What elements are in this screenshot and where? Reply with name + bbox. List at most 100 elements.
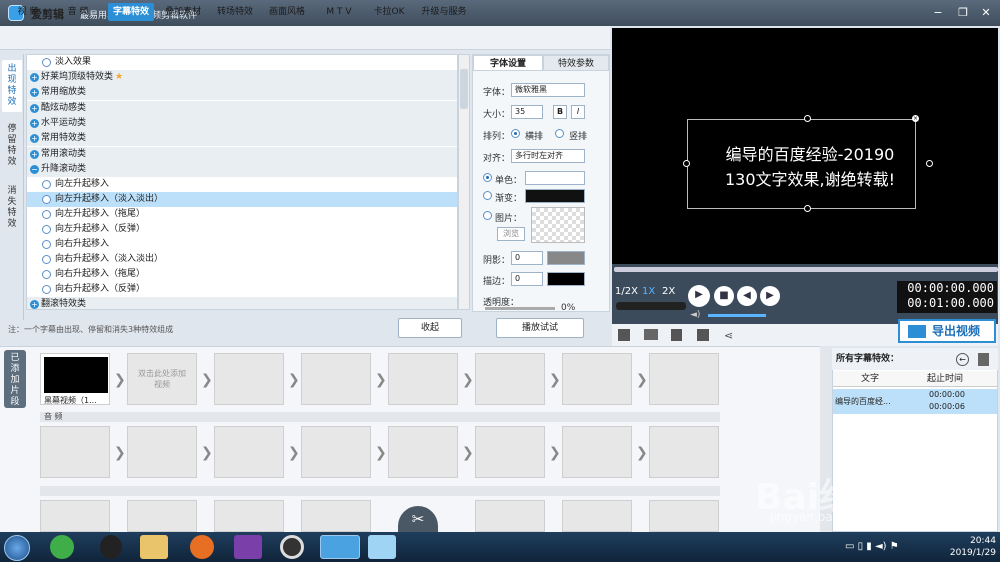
list-item[interactable]: 向右升起移入（拖尾） <box>27 267 457 282</box>
empty-slot[interactable] <box>40 426 110 478</box>
aijianji-taskbar-icon[interactable] <box>320 535 360 559</box>
play-icon[interactable]: ▶ <box>688 285 710 307</box>
vtab-disappear[interactable]: 消失特效 <box>2 182 22 234</box>
tab-audio[interactable]: 音 频 <box>56 3 100 21</box>
stop-icon[interactable]: ■ <box>714 286 734 306</box>
trash-icon[interactable] <box>978 353 989 366</box>
back-icon[interactable]: ← <box>956 353 969 366</box>
empty-slot[interactable] <box>40 500 110 532</box>
list-item[interactable]: 向左升起移入（反弹） <box>27 222 457 237</box>
category-item[interactable]: − 升降滚动类 <box>27 162 457 177</box>
speed-2x-button[interactable]: 2X <box>662 286 675 297</box>
empty-slot[interactable] <box>301 426 371 478</box>
resize-handle[interactable] <box>804 115 811 122</box>
empty-slot[interactable] <box>388 353 458 405</box>
empty-slot[interactable] <box>475 353 545 405</box>
gradient-radio[interactable] <box>483 191 492 200</box>
start-button[interactable] <box>4 535 30 561</box>
resize-handle[interactable] <box>926 160 933 167</box>
resize-handle[interactable] <box>804 205 811 212</box>
empty-slot[interactable] <box>301 353 371 405</box>
tab-karaoke[interactable]: 卡拉OK <box>368 3 410 21</box>
size-input[interactable]: 35 <box>511 105 543 119</box>
play-test-button[interactable]: 播放试试 <box>496 318 584 338</box>
solid-color-radio[interactable] <box>483 173 492 182</box>
add-video-slot[interactable]: 双击此处添加视频 <box>127 353 197 405</box>
category-item[interactable]: + 酷炫动感类 <box>27 101 457 116</box>
tab-upgrade[interactable]: 升级与服务 <box>416 3 472 21</box>
empty-slot[interactable] <box>562 500 632 532</box>
tab-subtitle-effects[interactable]: 字幕特效 <box>108 3 154 21</box>
speed-half-button[interactable]: 1/2X <box>615 286 638 297</box>
minimize-icon[interactable]: − <box>930 5 946 21</box>
empty-slot[interactable] <box>649 500 719 532</box>
export-video-button[interactable]: 导出视频 <box>898 319 996 343</box>
empty-slot[interactable] <box>475 426 545 478</box>
vtab-stay[interactable]: 停留特效 <box>2 120 22 172</box>
empty-slot[interactable] <box>214 426 284 478</box>
list-item[interactable]: 淡入效果 <box>27 55 457 70</box>
video-clip[interactable]: 黑幕视频（1... <box>40 353 110 405</box>
help-icon[interactable] <box>697 329 709 341</box>
arrange-vertical-radio[interactable] <box>555 129 564 138</box>
stroke-input[interactable]: 0 <box>511 272 543 286</box>
file-explorer-icon[interactable] <box>140 535 168 559</box>
playback-timeline[interactable] <box>614 267 998 272</box>
category-item[interactable]: + 翻滚特效类 <box>27 297 457 309</box>
empty-slot[interactable] <box>475 500 545 532</box>
category-item[interactable]: + 水平运动类 <box>27 116 457 131</box>
volume-icon[interactable]: ◄) <box>690 310 700 320</box>
italic-button[interactable]: I <box>571 105 585 119</box>
empty-slot[interactable] <box>301 500 371 532</box>
close-icon[interactable]: ✕ <box>978 5 994 21</box>
scrollbar-thumb[interactable] <box>460 69 468 109</box>
empty-slot[interactable] <box>388 426 458 478</box>
media-app-icon[interactable] <box>234 535 262 559</box>
category-item[interactable]: + 常用特效类 <box>27 131 457 146</box>
shadow-input[interactable]: 0 <box>511 251 543 265</box>
tab-video[interactable]: 视 频 <box>6 3 50 21</box>
qq-icon[interactable] <box>100 535 122 559</box>
bold-button[interactable]: B <box>553 105 567 119</box>
speed-1x-button[interactable]: 1X <box>642 286 655 297</box>
save-icon[interactable] <box>671 329 682 341</box>
gradient-picker[interactable] <box>525 189 585 203</box>
list-item-selected[interactable]: 向左升起移入（淡入淡出） <box>27 192 457 207</box>
category-item[interactable]: + 好莱坞顶级特效类 ★ <box>27 70 457 85</box>
tab-transitions[interactable]: 转场特效 <box>212 3 258 21</box>
empty-slot[interactable] <box>127 426 197 478</box>
empty-slot[interactable] <box>562 426 632 478</box>
tray-icons[interactable]: ▭ ▯ ▮ ◄) ⚑ <box>845 541 899 552</box>
list-item[interactable]: 向左升起移入 <box>27 177 457 192</box>
open-folder-icon[interactable] <box>644 329 658 340</box>
record-icon[interactable] <box>280 535 304 559</box>
font-select[interactable]: 微软雅黑 <box>511 83 585 97</box>
collapse-button[interactable]: 收起 <box>398 318 462 338</box>
close-subtitle-icon[interactable]: × <box>912 115 919 122</box>
list-item[interactable]: 向右升起移入 <box>27 237 457 252</box>
shadow-color-picker[interactable] <box>547 251 585 265</box>
subtitle-text[interactable]: 编导的百度经验-20190 130文字效果,谢绝转载! <box>700 142 920 192</box>
empty-slot[interactable] <box>649 353 719 405</box>
notes-app-icon[interactable] <box>368 535 396 559</box>
align-select[interactable]: 多行时左对齐 <box>511 149 585 163</box>
stroke-color-picker[interactable] <box>547 272 585 286</box>
opacity-slider[interactable] <box>485 307 555 310</box>
category-item[interactable]: + 常用滚动类 <box>27 147 457 162</box>
restore-icon[interactable]: ❐ <box>955 5 971 21</box>
firefox-icon[interactable] <box>190 535 214 559</box>
solid-color-picker[interactable] <box>525 171 585 185</box>
category-item[interactable]: + 常用缩放类 <box>27 85 457 100</box>
list-item[interactable]: 向右升起移入（反弹） <box>27 282 457 297</box>
effect-list-scrollbar[interactable] <box>458 54 470 310</box>
tray-clock[interactable]: 20:44 2019/1/29 <box>936 535 996 559</box>
volume-slider[interactable] <box>708 314 766 317</box>
share-icon[interactable]: ⋖ <box>724 329 733 342</box>
next-frame-icon[interactable]: ▶ <box>760 286 780 306</box>
zoom-bar[interactable] <box>616 302 686 310</box>
empty-slot[interactable] <box>649 426 719 478</box>
tab-effect-params[interactable]: 特效参数 <box>543 55 609 71</box>
tab-font-settings[interactable]: 字体设置 <box>473 55 543 71</box>
list-item[interactable]: 向右升起移入（淡入淡出） <box>27 252 457 267</box>
tab-picture-style[interactable]: 画面风格 <box>264 3 310 21</box>
